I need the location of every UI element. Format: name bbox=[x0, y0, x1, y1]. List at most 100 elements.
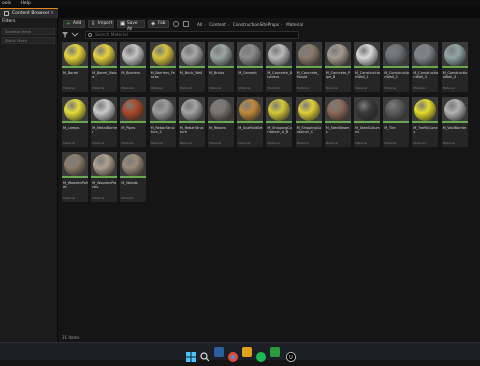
fab-button[interactable]: ◈ Fab bbox=[148, 20, 169, 28]
tab-content-browser[interactable]: Content Browser × bbox=[0, 8, 58, 18]
asset-tile[interactable]: M_Pipes Material bbox=[120, 97, 147, 147]
asset-tile[interactable]: M_ShippingContainer_C Material bbox=[295, 97, 322, 147]
asset-tile[interactable]: M_RebarStructure Material bbox=[178, 97, 205, 147]
file-explorer-icon[interactable] bbox=[242, 347, 252, 357]
asset-name: M_ConstructionWall_4 bbox=[442, 71, 468, 79]
material-sphere-icon bbox=[268, 99, 291, 121]
asset-tile[interactable]: M_Barriers_Fences Material bbox=[149, 42, 176, 92]
asset-tile[interactable]: M_RebarStructure_2 Material bbox=[149, 97, 176, 147]
asset-name: M_WallBarrier bbox=[442, 126, 467, 130]
asset-tile[interactable]: M_Bricks Material bbox=[208, 42, 234, 92]
menu-help[interactable]: Help bbox=[21, 1, 31, 6]
asset-type: Material bbox=[267, 141, 280, 145]
chrome-icon[interactable] bbox=[228, 347, 238, 362]
windows-start-icon[interactable] bbox=[186, 347, 196, 362]
plus-icon: + bbox=[66, 21, 71, 27]
asset-type: Material bbox=[63, 141, 76, 145]
breadcrumb-content[interactable]: Content bbox=[209, 22, 226, 27]
search-input[interactable]: Search Material bbox=[85, 31, 299, 39]
breadcrumb-material[interactable]: Material bbox=[286, 22, 303, 27]
asset-type: Material bbox=[238, 141, 251, 145]
material-sphere-icon bbox=[356, 44, 378, 66]
asset-type: Material bbox=[63, 196, 76, 200]
import-label: Import bbox=[98, 21, 113, 26]
filter-static-mesh[interactable]: Static Mesh bbox=[2, 37, 55, 44]
material-sphere-icon bbox=[414, 99, 437, 121]
asset-type: Material bbox=[63, 86, 76, 90]
history-icon[interactable] bbox=[173, 21, 179, 27]
asset-name: M_Cement bbox=[238, 71, 257, 75]
filters-header: Filters bbox=[2, 19, 16, 24]
material-sphere-icon bbox=[180, 44, 203, 66]
search-taskbar-icon[interactable] bbox=[200, 347, 210, 362]
asset-thumbnail bbox=[383, 42, 410, 68]
asset-tile[interactable]: M_WallBarrier Material bbox=[441, 97, 468, 147]
asset-name: M_MetalBarrier bbox=[92, 126, 118, 134]
tab-label: Content Browser bbox=[12, 11, 50, 16]
breadcrumb-all[interactable]: All bbox=[197, 22, 202, 27]
material-sphere-icon bbox=[268, 44, 291, 66]
asset-tile[interactable]: M_TrafficCones Material bbox=[412, 97, 439, 147]
asset-tile[interactable]: M_Concrete_Mould Material bbox=[295, 42, 322, 92]
asset-tile[interactable]: M_ShippingContainer_A_B Material bbox=[266, 97, 293, 147]
asset-name: M_ConstructionWall_2 bbox=[384, 71, 410, 79]
unreal-engine-icon[interactable]: U bbox=[286, 347, 296, 362]
asset-tile[interactable]: M_Rebars Material bbox=[208, 97, 234, 147]
asset-type: Material bbox=[238, 86, 251, 90]
filter-icon[interactable] bbox=[62, 32, 68, 38]
asset-thumbnail bbox=[266, 97, 293, 123]
asset-tile[interactable]: M_Cement Material bbox=[237, 42, 264, 92]
asset-tile[interactable]: M_SteelBeams Material bbox=[324, 97, 351, 147]
asset-type: Material bbox=[121, 86, 134, 90]
asset-tile[interactable]: M_ConstructionWall_3 Material bbox=[412, 42, 439, 92]
asset-tile[interactable]: M_Lamps Material bbox=[62, 97, 88, 147]
material-sphere-icon bbox=[93, 154, 116, 176]
asset-name: M_Bricks bbox=[209, 71, 225, 75]
asset-tile[interactable]: M_Tire Material bbox=[383, 97, 410, 147]
asset-tile[interactable]: M_SteelColumns Material bbox=[354, 97, 380, 147]
asset-tile[interactable]: M_WoodenPallet Material bbox=[62, 152, 88, 202]
asset-thumbnail bbox=[62, 152, 88, 178]
close-icon[interactable]: × bbox=[50, 9, 54, 18]
asset-tile[interactable]: M_ScaffoldSet Material bbox=[237, 97, 264, 147]
asset-type: Material bbox=[296, 141, 309, 145]
asset-tile[interactable]: M_Woods Material bbox=[120, 152, 147, 202]
asset-tile[interactable]: M_Concrete_Dividers Material bbox=[266, 42, 293, 92]
asset-tile[interactable]: M_Brick_Wall Material bbox=[178, 42, 205, 92]
filter-skeletal-mesh[interactable]: Skeletal Mesh bbox=[2, 28, 55, 35]
asset-name: M_Rebars bbox=[209, 126, 226, 130]
material-sphere-icon bbox=[443, 44, 466, 66]
asset-name: M_ShippingContainer_C bbox=[296, 126, 322, 134]
settings-icon[interactable] bbox=[183, 21, 189, 27]
search-icon bbox=[88, 33, 92, 37]
asset-type: Material bbox=[209, 86, 222, 90]
import-button[interactable]: ⇩ Import bbox=[88, 20, 114, 28]
breadcrumb-constructionsiteprops[interactable]: ConstructionSiteProps bbox=[233, 22, 279, 27]
asset-tile[interactable]: M_ConstructionWall_4 Material bbox=[441, 42, 468, 92]
asset-tile[interactable]: M_ConstructionWall_2 Material bbox=[383, 42, 410, 92]
asset-tile[interactable]: M_Barrel_Noise Material bbox=[91, 42, 118, 92]
app-icon[interactable] bbox=[270, 347, 280, 357]
asset-tile[interactable]: M_Barriers Material bbox=[120, 42, 147, 92]
save-all-button[interactable]: ▣ Save All bbox=[117, 20, 145, 32]
menu-tools[interactable]: ools bbox=[2, 1, 11, 6]
asset-tile[interactable]: M_WoodenPlanks Material bbox=[91, 152, 118, 202]
material-sphere-icon bbox=[210, 99, 232, 121]
asset-name: M_WoodenPlanks bbox=[92, 181, 117, 189]
filter-dropdown-icon[interactable] bbox=[71, 32, 79, 38]
asset-name: M_Brick_Wall bbox=[179, 71, 203, 75]
material-sphere-icon bbox=[151, 99, 174, 121]
add-label: Add bbox=[73, 21, 82, 26]
task-view-icon[interactable] bbox=[214, 347, 224, 357]
fab-icon: ◈ bbox=[151, 21, 156, 27]
material-sphere-icon bbox=[414, 44, 437, 66]
asset-tile[interactable]: M_Barrel Material bbox=[62, 42, 88, 92]
asset-thumbnail bbox=[62, 42, 88, 68]
asset-name: M_Pipes bbox=[121, 126, 136, 130]
add-button[interactable]: + Add bbox=[63, 20, 85, 28]
asset-tile[interactable]: M_ConstructionWall_1 Material bbox=[354, 42, 380, 92]
spotify-icon[interactable] bbox=[256, 347, 266, 362]
asset-tile[interactable]: M_Concrete_Pipe_B Material bbox=[324, 42, 351, 92]
asset-tile[interactable]: M_MetalBarrier Material bbox=[91, 97, 118, 147]
material-sphere-icon bbox=[443, 99, 466, 121]
